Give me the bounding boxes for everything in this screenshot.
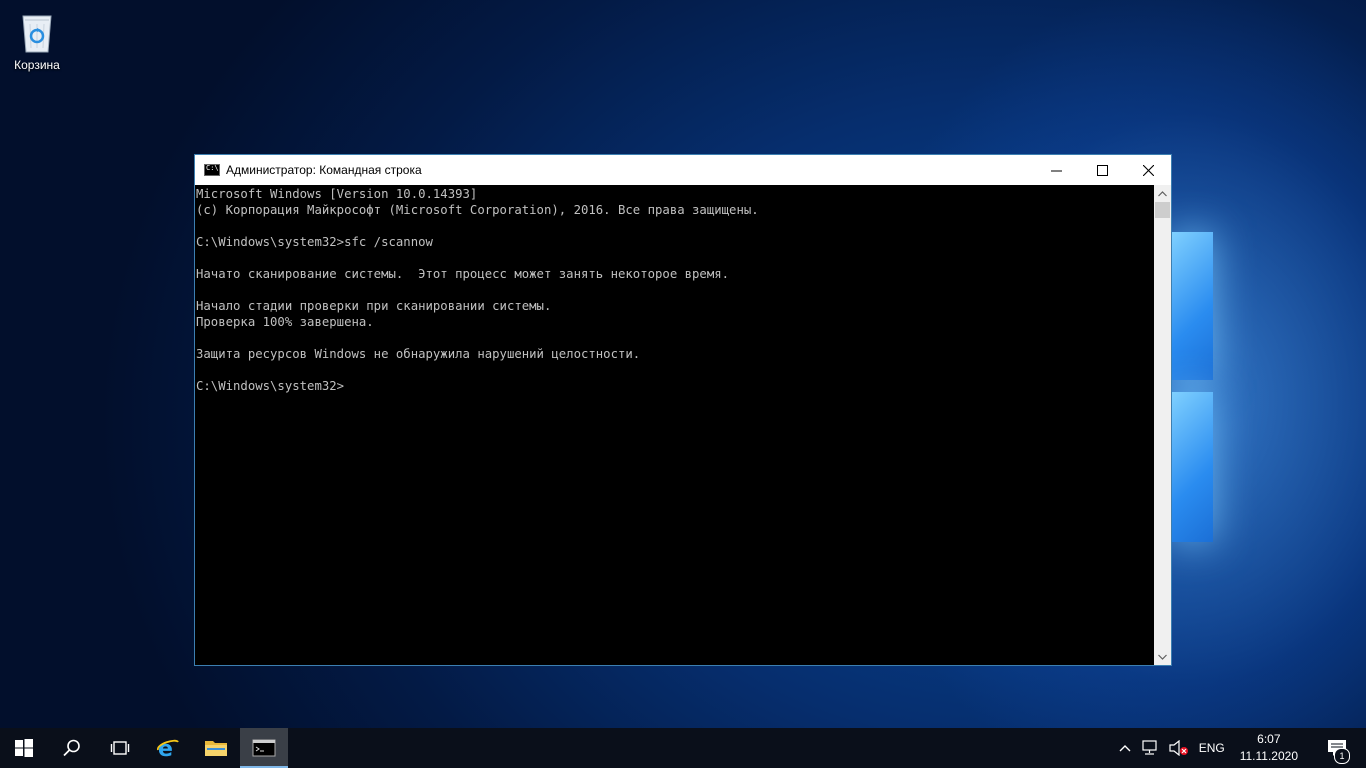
clock-time: 6:07 bbox=[1257, 732, 1281, 746]
taskbar: e ENG 6:07 11.11.2020 1 bbox=[0, 728, 1366, 768]
search-button[interactable] bbox=[48, 728, 96, 768]
system-tray: ENG 6:07 11.11.2020 1 bbox=[1114, 728, 1366, 768]
console-output[interactable]: Microsoft Windows [Version 10.0.14393] (c… bbox=[195, 185, 1154, 665]
action-center-button[interactable]: 1 bbox=[1308, 728, 1366, 768]
console-line: Начато сканирование системы. Этот процес… bbox=[196, 267, 730, 281]
close-icon bbox=[1142, 164, 1154, 176]
scrollbar-thumb[interactable] bbox=[1155, 202, 1170, 218]
console-line: Microsoft Windows [Version 10.0.14393] bbox=[196, 187, 478, 201]
start-button[interactable] bbox=[0, 728, 48, 768]
recycle-bin-icon bbox=[17, 10, 57, 54]
taskbar-clock[interactable]: 6:07 11.11.2020 bbox=[1230, 731, 1308, 765]
maximize-button[interactable] bbox=[1079, 155, 1125, 185]
chevron-up-icon bbox=[1158, 190, 1167, 196]
chevron-down-icon bbox=[1158, 654, 1167, 660]
cmd-window-icon[interactable] bbox=[204, 164, 220, 176]
window-titlebar[interactable]: Администратор: Командная строка bbox=[195, 155, 1171, 185]
chevron-up-icon bbox=[1119, 745, 1131, 752]
console-line: (c) Корпорация Майкрософт (Microsoft Cor… bbox=[196, 203, 759, 217]
volume-muted-icon bbox=[1169, 740, 1188, 756]
file-explorer-button[interactable] bbox=[192, 728, 240, 768]
close-button[interactable] bbox=[1125, 155, 1171, 185]
command-prompt-window[interactable]: Администратор: Командная строка Microsof… bbox=[194, 154, 1172, 666]
command-prompt-icon bbox=[252, 739, 276, 757]
maximize-icon bbox=[1096, 164, 1108, 176]
notification-count-badge: 1 bbox=[1334, 748, 1350, 764]
network-tray-button[interactable] bbox=[1136, 728, 1164, 768]
console-line: Проверка 100% завершена. bbox=[196, 315, 374, 329]
window-title: Администратор: Командная строка bbox=[226, 163, 422, 177]
console-line: C:\Windows\system32>sfc /scannow bbox=[196, 235, 433, 249]
folder-icon bbox=[205, 741, 227, 756]
console-line: C:\Windows\system32> bbox=[196, 379, 345, 393]
search-icon bbox=[63, 739, 80, 757]
volume-tray-button[interactable] bbox=[1164, 728, 1194, 768]
scroll-up-button[interactable] bbox=[1154, 185, 1171, 202]
recycle-bin-label: Корзина bbox=[14, 58, 60, 72]
show-hidden-icons-button[interactable] bbox=[1114, 728, 1136, 768]
network-icon bbox=[1142, 740, 1157, 755]
console-line: Начало стадии проверки при сканировании … bbox=[196, 299, 552, 313]
minimize-button[interactable] bbox=[1033, 155, 1079, 185]
console-line: Защита ресурсов Windows не обнаружила на… bbox=[196, 347, 641, 361]
windows-start-icon bbox=[15, 739, 33, 757]
minimize-icon bbox=[1050, 170, 1062, 171]
taskbar-command-prompt-button[interactable] bbox=[240, 728, 288, 768]
scroll-down-button[interactable] bbox=[1154, 648, 1171, 665]
vertical-scrollbar[interactable] bbox=[1154, 185, 1171, 665]
internet-explorer-icon: e bbox=[157, 737, 179, 760]
clock-date: 11.11.2020 bbox=[1239, 749, 1298, 763]
task-view-icon bbox=[110, 741, 130, 755]
internet-explorer-button[interactable]: e bbox=[144, 728, 192, 768]
language-indicator[interactable]: ENG bbox=[1194, 728, 1230, 768]
task-view-button[interactable] bbox=[96, 728, 144, 768]
recycle-bin-desktop-icon[interactable]: Корзина bbox=[8, 6, 66, 72]
